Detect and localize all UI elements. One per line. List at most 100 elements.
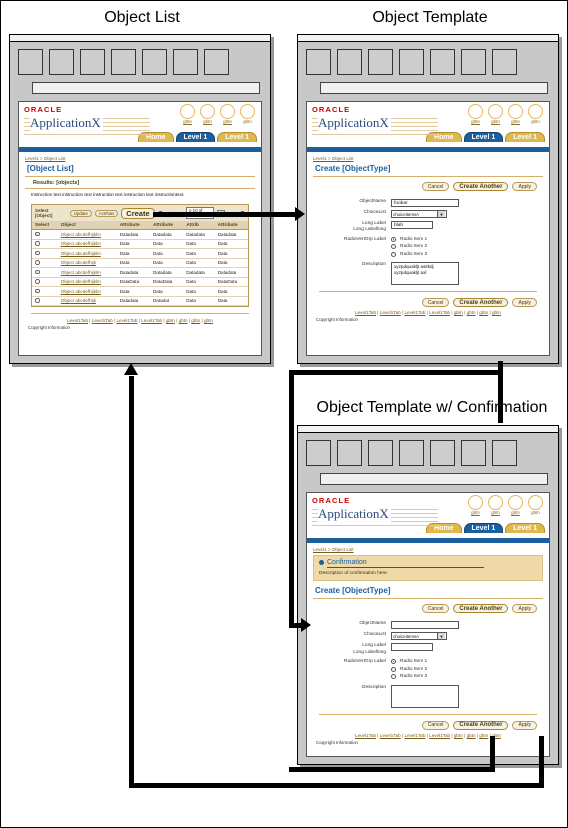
toolbar-button[interactable] <box>461 49 486 75</box>
update-button[interactable]: Update <box>69 209 92 217</box>
address-bar[interactable] <box>320 82 548 94</box>
toolbar-button[interactable] <box>337 49 362 75</box>
tab-level1[interactable]: Level 1 <box>217 132 257 142</box>
global-button[interactable]: gbtn <box>508 104 523 124</box>
global-button[interactable]: gbtn <box>508 495 523 515</box>
address-bar[interactable] <box>32 82 260 94</box>
global-button[interactable]: gbtn <box>528 104 543 124</box>
description-textarea[interactable] <box>391 684 459 708</box>
row-radio-icon[interactable] <box>35 288 40 293</box>
row-radio-icon[interactable] <box>35 241 40 246</box>
tab-level1-selected[interactable]: Level 1 <box>463 132 504 142</box>
toolbar-button[interactable] <box>399 49 424 75</box>
tab-level1[interactable]: Level 1 <box>505 523 545 533</box>
radio-option[interactable]: Radio Item 2 <box>391 666 427 672</box>
footer-link[interactable]: gbtn <box>204 318 213 323</box>
cancel-button[interactable]: Cancel <box>421 182 450 191</box>
global-button[interactable]: gbtn <box>488 495 503 515</box>
footer-link[interactable]: Level1Tab <box>92 318 113 323</box>
row-object-link[interactable]: Object abcdefhijklm <box>61 251 101 256</box>
toolbar-button[interactable] <box>142 49 167 75</box>
apply-button[interactable]: Apply <box>512 720 537 730</box>
footer-link[interactable]: Level1Tab <box>429 310 450 315</box>
radio-icon-selected[interactable] <box>391 659 396 665</box>
footer-link[interactable]: gbtn <box>479 733 488 738</box>
toolbar-button[interactable] <box>492 49 517 75</box>
row-object-link[interactable]: Object abcdefhijklm <box>61 241 101 246</box>
apply-button[interactable]: Apply <box>512 298 537 308</box>
apply-button[interactable]: Apply <box>512 182 537 191</box>
chevron-down-icon[interactable]: ▼ <box>437 633 445 640</box>
toolbar-button[interactable] <box>111 49 136 75</box>
toolbar-button[interactable] <box>430 49 455 75</box>
description-textarea[interactable]: xyzpdquakljt asitkdj xyzpdquakljt axl <box>391 262 459 286</box>
footer-link[interactable]: gbtn <box>179 318 188 323</box>
object-name-input[interactable] <box>391 621 459 630</box>
global-button[interactable]: gbtn <box>180 104 195 124</box>
radio-option[interactable]: Radio Item 1 <box>391 236 427 242</box>
global-button[interactable]: gbtn <box>200 104 215 124</box>
long-label-input[interactable]: blah <box>391 221 433 229</box>
long-label-input[interactable] <box>391 643 433 652</box>
footer-link[interactable]: Level1Tab <box>116 318 137 323</box>
radio-icon[interactable] <box>391 251 396 257</box>
choice-list-select[interactable]: choiceitemsA ▼ <box>391 210 447 218</box>
global-button[interactable]: gbtn <box>468 104 483 124</box>
act-nav-button[interactable]: Act/Nav <box>94 209 119 217</box>
choice-list-select[interactable]: choiceitemsA ▼ <box>391 632 447 641</box>
object-name-input[interactable]: foobar <box>391 199 459 207</box>
row-radio-icon[interactable] <box>35 269 40 274</box>
footer-link[interactable]: gbtn <box>454 733 463 738</box>
toolbar-button[interactable] <box>492 440 517 466</box>
row-radio-icon[interactable] <box>35 260 40 265</box>
footer-link[interactable]: gbtn <box>479 310 488 315</box>
apply-button[interactable]: Apply <box>512 604 537 614</box>
toolbar-button[interactable] <box>80 49 105 75</box>
toolbar-button[interactable] <box>461 440 486 466</box>
radio-icon[interactable] <box>391 666 396 672</box>
footer-link[interactable]: gbtn <box>191 318 200 323</box>
row-object-link[interactable]: Object abcdefhijklm <box>61 270 101 275</box>
footer-link[interactable]: Level1Tab <box>404 733 425 738</box>
footer-link[interactable]: gbtn <box>467 733 476 738</box>
radio-option[interactable]: Radio Item 3 <box>391 251 427 257</box>
tab-level1-selected[interactable]: Level 1 <box>463 523 504 533</box>
toolbar-button[interactable] <box>18 49 43 75</box>
create-another-button[interactable]: Create Another <box>453 298 509 308</box>
footer-link[interactable]: Level1Tab <box>141 318 162 323</box>
breadcrumb[interactable]: Level1 > Object List <box>313 547 543 552</box>
footer-link[interactable]: gbtn <box>454 310 463 315</box>
toolbar-button[interactable] <box>337 440 362 466</box>
footer-link[interactable]: Level1Tab <box>429 733 450 738</box>
row-radio-icon[interactable] <box>35 250 40 255</box>
toolbar-button[interactable] <box>306 49 331 75</box>
radio-option[interactable]: Radio Item 3 <box>391 674 427 680</box>
toolbar-button[interactable] <box>49 49 74 75</box>
radio-icon[interactable] <box>391 244 396 250</box>
row-radio-icon[interactable] <box>35 298 40 303</box>
footer-link[interactable]: Level1Tab <box>380 310 401 315</box>
global-button[interactable]: gbtn <box>488 104 503 124</box>
global-button[interactable]: gbtn <box>240 104 255 124</box>
row-object-link[interactable]: Object abcdefhijklm <box>61 232 101 237</box>
row-object-link[interactable]: Object abcdefhijk <box>61 260 96 265</box>
toolbar-button[interactable] <box>204 49 229 75</box>
row-object-link[interactable]: Object abcdefhijk <box>61 298 96 303</box>
radio-icon[interactable] <box>391 674 396 680</box>
create-another-button[interactable]: Create Another <box>453 182 509 191</box>
chevron-down-icon[interactable]: ▼ <box>437 211 445 217</box>
toolbar-button[interactable] <box>368 49 393 75</box>
global-button[interactable]: gbtn <box>468 495 483 515</box>
toolbar-button[interactable] <box>173 49 198 75</box>
row-radio-icon[interactable] <box>35 231 40 236</box>
toolbar-button[interactable] <box>399 440 424 466</box>
tab-level1-selected[interactable]: Level 1 <box>175 132 216 142</box>
address-bar[interactable] <box>320 473 548 485</box>
cancel-button[interactable]: Cancel <box>421 298 450 308</box>
global-button[interactable]: gbtn <box>528 495 543 515</box>
global-button[interactable]: gbtn <box>220 104 235 124</box>
footer-link[interactable]: Level1Tab <box>67 318 88 323</box>
toolbar-button[interactable] <box>430 440 455 466</box>
footer-link[interactable]: gbtn <box>492 310 501 315</box>
breadcrumb[interactable]: Level1 > Object List <box>25 156 255 161</box>
